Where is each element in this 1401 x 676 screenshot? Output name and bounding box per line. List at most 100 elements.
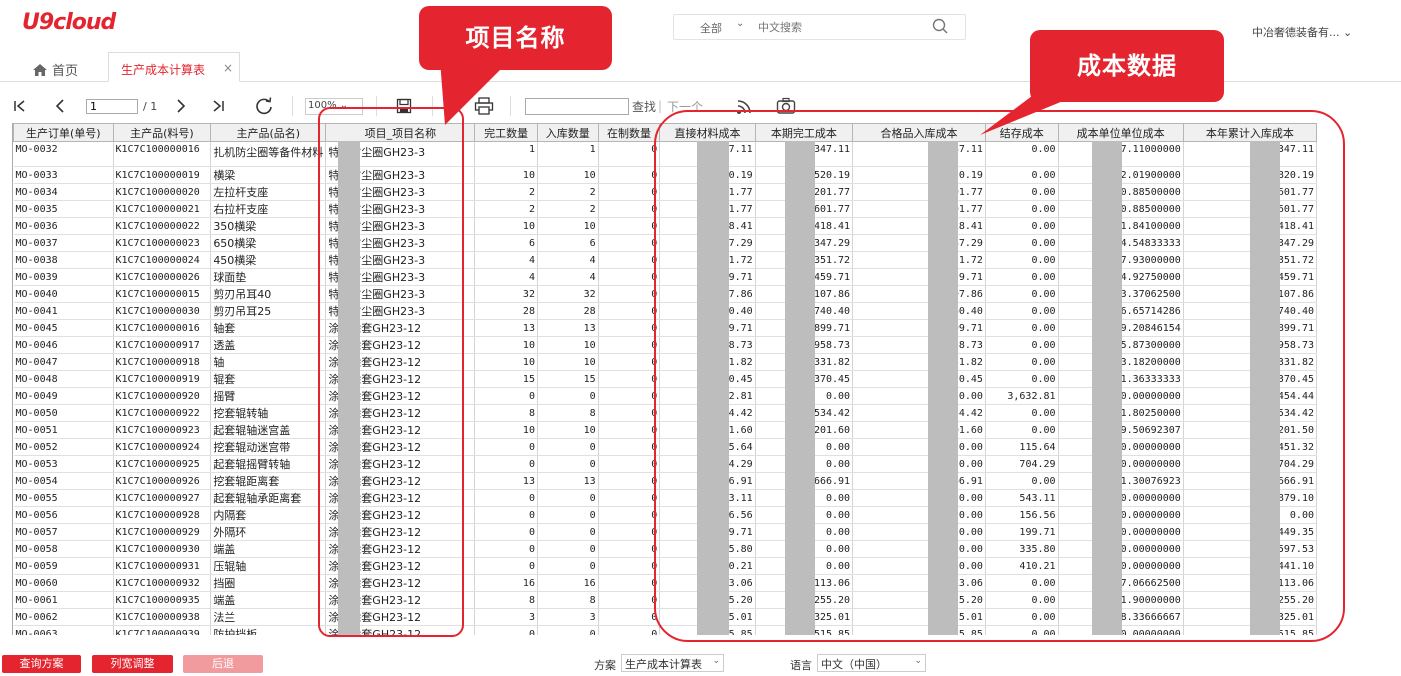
home-icon — [33, 64, 47, 76]
find-button[interactable]: 查找 — [632, 96, 656, 116]
table-cell: 2 — [474, 200, 538, 218]
plan-select[interactable]: 生产成本计算表 ⌄ — [621, 654, 724, 672]
table-cell: 0 — [474, 625, 538, 635]
table-cell: MO-0057 — [13, 523, 114, 541]
table-cell: 0 — [598, 336, 661, 354]
table-cell: 0 — [537, 506, 599, 524]
table-cell: 端盖 — [210, 540, 327, 558]
table-cell: 10 — [474, 217, 538, 235]
cost-data-highlight — [654, 110, 1345, 642]
prev-page-icon[interactable] — [52, 96, 68, 116]
table-cell: 10 — [474, 353, 538, 371]
table-cell: 挖套辊动迷宫带 — [210, 438, 327, 456]
table-cell: 法兰 — [210, 608, 327, 626]
table-cell: K1C7C100000938 — [113, 608, 212, 626]
table-cell: MO-0034 — [13, 183, 114, 201]
table-cell: MO-0047 — [13, 353, 114, 371]
table-cell: 0 — [474, 387, 538, 405]
table-cell: 1 — [537, 141, 599, 167]
table-cell: 剪刃吊耳25 — [210, 302, 327, 320]
table-cell: 0 — [537, 625, 599, 635]
callout-project-name: 项目名称 — [419, 6, 612, 70]
table-cell: 0 — [598, 234, 661, 252]
back-button[interactable]: 后退 — [183, 655, 263, 673]
table-cell: 外隔环 — [210, 523, 327, 541]
table-cell: 起套辊摇臂转轴 — [210, 455, 327, 473]
search-input[interactable] — [758, 18, 918, 36]
global-search[interactable]: 全部 ⌄ — [673, 14, 966, 40]
table-cell: 0 — [474, 506, 538, 524]
table-cell: 端盖 — [210, 591, 327, 609]
table-cell: 3 — [474, 608, 538, 626]
refresh-icon[interactable] — [254, 96, 274, 116]
table-cell: 0 — [537, 387, 599, 405]
next-page-icon[interactable] — [173, 96, 189, 116]
callout-pointer — [440, 60, 510, 125]
table-cell: 扎机防尘圈等备件材料 — [210, 141, 327, 167]
search-icon[interactable] — [932, 18, 948, 34]
language-select[interactable]: 中文（中国） ⌄ — [817, 654, 926, 672]
table-cell: 0 — [598, 268, 661, 286]
table-cell: 4 — [537, 268, 599, 286]
table-cell: MO-0037 — [13, 234, 114, 252]
table-cell: 0 — [598, 387, 661, 405]
chevron-down-icon: ⌄ — [1343, 26, 1353, 39]
table-cell: 3 — [537, 608, 599, 626]
table-cell: 左拉杆支座 — [210, 183, 327, 201]
table-cell: 15 — [474, 370, 538, 388]
table-cell: 0 — [537, 540, 599, 558]
tab-cost-report[interactable]: 生产成本计算表 × — [108, 52, 240, 82]
table-cell: 球面垫 — [210, 268, 327, 286]
last-page-icon[interactable] — [210, 96, 226, 116]
table-cell: 10 — [537, 217, 599, 235]
query-plan-button[interactable]: 查询方案 — [2, 655, 81, 673]
tab-cost-report-label: 生产成本计算表 — [121, 63, 206, 77]
table-cell: 16 — [474, 574, 538, 592]
user-menu[interactable]: 中冶奢德装备有... ⌄ — [1252, 24, 1352, 40]
column-header[interactable]: 在制数量 — [597, 123, 661, 142]
footer-bar: 查询方案 列宽调整 后退 方案 生产成本计算表 ⌄ 语言 中文（中国） ⌄ — [0, 652, 1401, 676]
table-cell: K1C7C100000918 — [113, 353, 212, 371]
chevron-down-icon[interactable]: ⌄ — [736, 18, 744, 29]
column-header[interactable]: 主产品(料号) — [112, 123, 212, 142]
user-name: 中冶奢德装备有... — [1252, 26, 1340, 39]
table-cell: 0 — [474, 455, 538, 473]
table-cell: 0 — [598, 421, 661, 439]
table-cell: K1C7C100000019 — [113, 166, 212, 184]
first-page-icon[interactable] — [12, 96, 28, 116]
table-cell: 压辊轴 — [210, 557, 327, 575]
close-icon[interactable]: × — [223, 61, 233, 75]
table-cell: K1C7C100000015 — [113, 285, 212, 303]
tab-home-label: 首页 — [52, 64, 79, 79]
table-cell: MO-0055 — [13, 489, 114, 507]
table-cell: K1C7C100000020 — [113, 183, 212, 201]
table-cell: 10 — [474, 336, 538, 354]
table-cell: 0 — [537, 557, 599, 575]
tab-home[interactable]: 首页 — [32, 60, 78, 79]
column-header[interactable]: 生产订单(单号) — [13, 123, 114, 142]
column-width-button[interactable]: 列宽调整 — [92, 655, 173, 673]
table-cell: 0 — [598, 506, 661, 524]
table-cell: 透盖 — [210, 336, 327, 354]
table-cell: K1C7C100000932 — [113, 574, 212, 592]
table-cell: MO-0039 — [13, 268, 114, 286]
table-cell: K1C7C100000924 — [113, 438, 212, 456]
table-cell: 0 — [598, 166, 661, 184]
table-cell: K1C7C100000931 — [113, 557, 212, 575]
table-cell: 10 — [474, 166, 538, 184]
table-cell: K1C7C100000928 — [113, 506, 212, 524]
callout-cost-data: 成本数据 — [1030, 30, 1224, 102]
table-cell: MO-0056 — [13, 506, 114, 524]
table-cell: 0 — [474, 523, 538, 541]
table-cell: MO-0036 — [13, 217, 114, 235]
column-header[interactable]: 主产品(品名) — [210, 123, 327, 142]
chevron-down-icon: ⌄ — [712, 656, 720, 666]
page-number-input[interactable] — [86, 99, 138, 114]
table-cell: 0 — [598, 608, 661, 626]
table-cell: 0 — [598, 489, 661, 507]
table-cell: MO-0045 — [13, 319, 114, 337]
table-cell: 防护挡板 — [210, 625, 327, 635]
search-scope[interactable]: 全部 — [700, 20, 722, 36]
language-select-value: 中文（中国） — [821, 658, 887, 671]
table-cell: 350横梁 — [210, 217, 327, 235]
